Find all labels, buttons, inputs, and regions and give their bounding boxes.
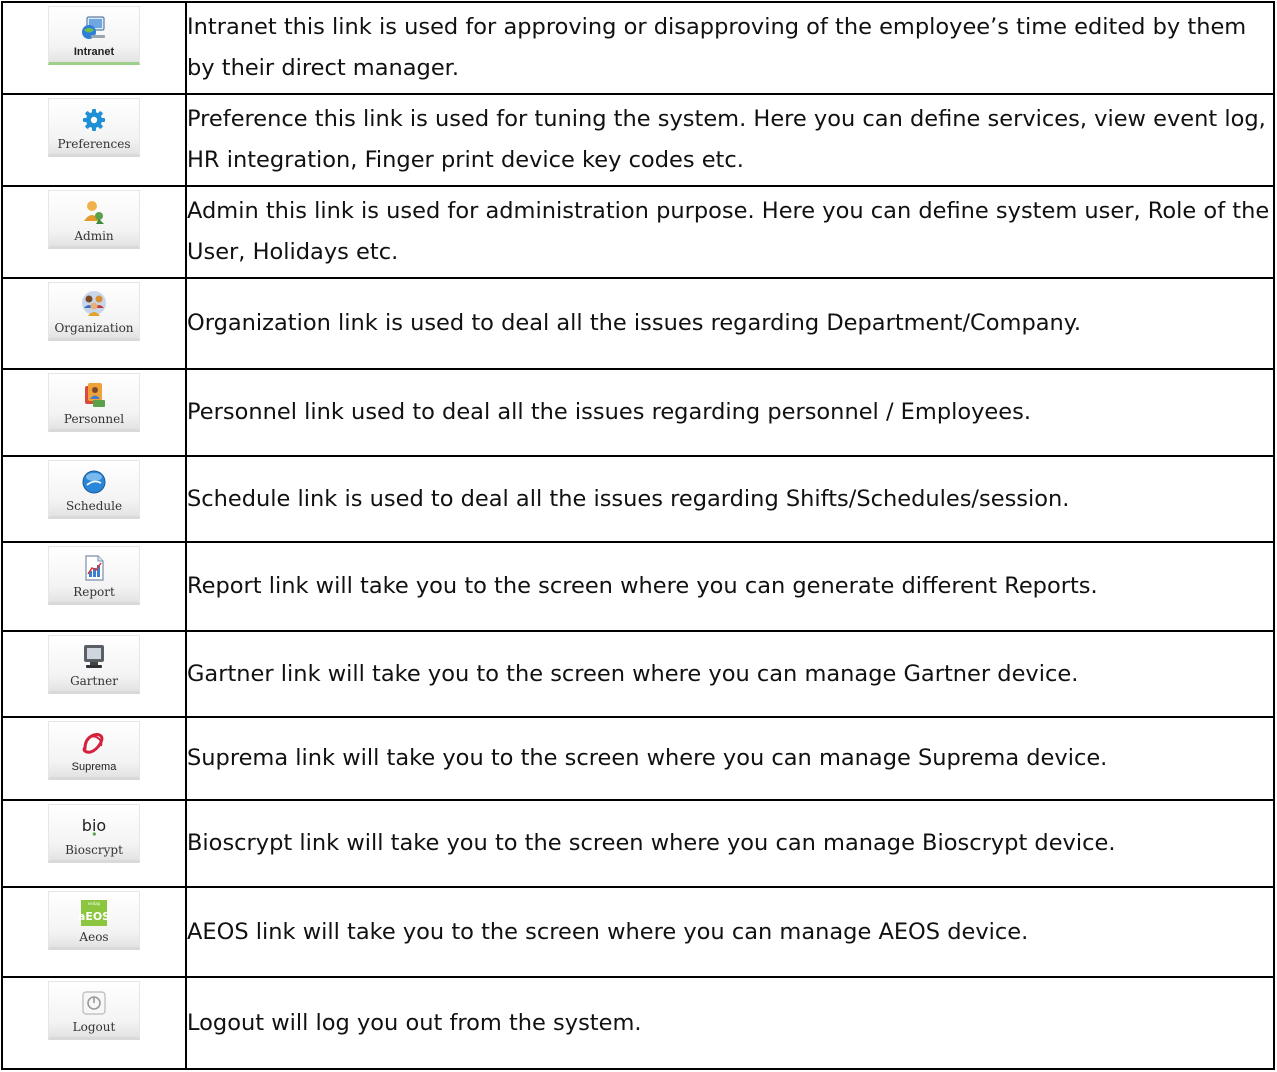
gartner-description: Gartner link will take you to the screen…	[185, 630, 1275, 718]
personnel-description: Personnel link used to deal all the issu…	[185, 368, 1275, 457]
organization-label: Organization	[54, 321, 134, 335]
organization-button[interactable]: Organization	[48, 282, 140, 341]
intranet-description: Intranet this link is used for approving…	[185, 1, 1275, 95]
schedule-globe-icon	[82, 470, 106, 494]
intranet-icon	[82, 16, 105, 39]
personnel-button[interactable]: Personnel	[48, 373, 140, 432]
bioscrypt-label: Bioscrypt	[65, 843, 123, 857]
suprema-label: Suprema	[71, 761, 117, 773]
intranet-button[interactable]: Intranet	[48, 6, 140, 65]
aeos-logo-small-text: nedap	[88, 901, 101, 906]
admin-user-icon	[84, 201, 104, 224]
table-row: nedap aEOS Aeos AEOS link will take you …	[1, 886, 1275, 978]
logout-button[interactable]: Logout	[48, 981, 140, 1040]
bioscrypt-button[interactable]: bio Bioscrypt	[48, 804, 140, 863]
admin-button[interactable]: Admin	[48, 190, 140, 249]
table-row: Report Report link will take you to the …	[1, 541, 1275, 632]
table-row: Preferences Preference this link is used…	[1, 93, 1275, 187]
bioscrypt-logo-icon: bio	[82, 816, 106, 836]
link-description-table: Intranet Intranet this link is used for …	[1, 1, 1275, 1070]
aeos-label: Aeos	[79, 930, 109, 944]
aeos-logo-text: aEOS	[79, 910, 109, 923]
suprema-logo-icon	[82, 733, 104, 754]
admin-label: Admin	[74, 229, 114, 243]
table-row: Logout Logout will log you out from the …	[1, 976, 1275, 1070]
intranet-label: Intranet	[73, 46, 115, 58]
aeos-logo-icon: nedap aEOS	[79, 900, 109, 926]
table-row: Schedule Schedule link is used to deal a…	[1, 455, 1275, 543]
bioscrypt-logo-text: bio	[82, 816, 106, 835]
gartner-button[interactable]: Gartner	[48, 635, 140, 694]
report-label: Report	[73, 585, 115, 599]
preferences-label: Preferences	[57, 137, 131, 151]
bioscrypt-description: Bioscrypt link will take you to the scre…	[185, 799, 1275, 888]
organization-description: Organization link is used to deal all th…	[185, 277, 1275, 370]
suprema-description: Suprema link will take you to the screen…	[185, 716, 1275, 801]
personnel-icon	[85, 383, 105, 407]
preferences-button[interactable]: Preferences	[48, 98, 140, 157]
personnel-label: Personnel	[63, 412, 125, 426]
gartner-label: Gartner	[70, 674, 118, 688]
report-button[interactable]: Report	[48, 546, 140, 605]
table-row: Admin Admin this link is used for admini…	[1, 185, 1275, 279]
schedule-label: Schedule	[65, 499, 123, 513]
gear-icon	[83, 109, 105, 131]
power-icon	[82, 991, 106, 1015]
aeos-description: AEOS link will take you to the screen wh…	[185, 886, 1275, 978]
organization-people-icon	[82, 291, 106, 316]
preferences-description: Preference this link is used for tuning …	[185, 93, 1275, 187]
aeos-button[interactable]: nedap aEOS Aeos	[48, 891, 140, 950]
table-row: Personnel Personnel link used to deal al…	[1, 368, 1275, 457]
suprema-button[interactable]: Suprema	[48, 721, 140, 780]
admin-description: Admin this link is used for administrati…	[185, 185, 1275, 279]
table-row: Gartner Gartner link will take you to th…	[1, 630, 1275, 718]
gartner-monitor-icon	[84, 645, 104, 668]
table-row: bio Bioscrypt Bioscrypt link will take y…	[1, 799, 1275, 888]
logout-description: Logout will log you out from the system.	[185, 976, 1275, 1070]
schedule-description: Schedule link is used to deal all the is…	[185, 455, 1275, 543]
table-row: Intranet Intranet this link is used for …	[1, 1, 1275, 95]
logout-label: Logout	[72, 1020, 116, 1034]
table-row: Organization Organization link is used t…	[1, 277, 1275, 370]
schedule-button[interactable]: Schedule	[48, 460, 140, 519]
table-row: Suprema Suprema link will take you to th…	[1, 716, 1275, 801]
report-chart-icon	[85, 555, 104, 581]
report-description: Report link will take you to the screen …	[185, 541, 1275, 632]
